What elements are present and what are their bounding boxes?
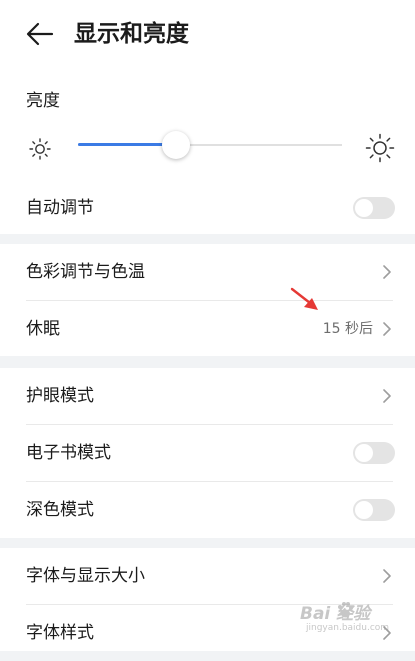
sleep-row[interactable]: 休眠 15 秒后 [0,301,415,357]
ebook-mode-row[interactable]: 电子书模式 [0,425,415,481]
dark-mode-toggle[interactable] [353,499,395,521]
sun-large-icon [365,133,395,163]
ebook-mode-label: 电子书模式 [26,443,111,463]
page-title: 显示和亮度 [74,21,189,47]
sleep-value: 15 秒后 [322,321,373,337]
chevron-right-icon [383,265,391,279]
mode-settings-card: 护眼模式 电子书模式 深色模式 [0,368,415,538]
brightness-slider-thumb[interactable] [161,131,190,159]
ebook-mode-toggle[interactable] [353,442,395,464]
chevron-right-icon [383,569,391,583]
auto-adjust-toggle[interactable] [353,197,395,219]
chevron-right-icon [383,389,391,403]
toggle-knob [355,199,373,217]
toggle-knob [355,501,373,519]
color-temperature-label: 色彩调节与色温 [26,262,145,282]
eye-comfort-row[interactable]: 护眼模式 [0,368,415,424]
auto-adjust-label: 自动调节 [26,198,94,218]
display-settings-card: 色彩调节与色温 休眠 15 秒后 [0,244,415,356]
sleep-label: 休眠 [26,319,60,339]
watermark-text: Bai 经验 [300,604,371,624]
back-arrow-icon[interactable] [26,21,54,47]
baidu-watermark: Bai 经验 jingyan.baidu.com [300,597,412,639]
chevron-right-icon [383,322,391,336]
red-annotation-arrow-icon [290,287,318,310]
eye-comfort-label: 护眼模式 [26,386,94,406]
font-style-label: 字体样式 [26,623,94,643]
auto-adjust-row[interactable]: 自动调节 [0,180,415,236]
brightness-label: 亮度 [26,91,60,111]
color-temperature-row[interactable]: 色彩调节与色温 [0,244,415,300]
sun-small-icon [29,138,51,160]
font-size-row[interactable]: 字体与显示大小 [0,548,415,604]
brightness-card: 亮度 自动调节 [0,72,415,234]
app-header: 显示和亮度 [0,0,415,72]
dark-mode-row[interactable]: 深色模式 [0,482,415,538]
font-size-label: 字体与显示大小 [26,566,145,586]
watermark-url: jingyan.baidu.com [306,623,390,633]
dark-mode-label: 深色模式 [26,500,94,520]
toggle-knob [355,444,373,462]
